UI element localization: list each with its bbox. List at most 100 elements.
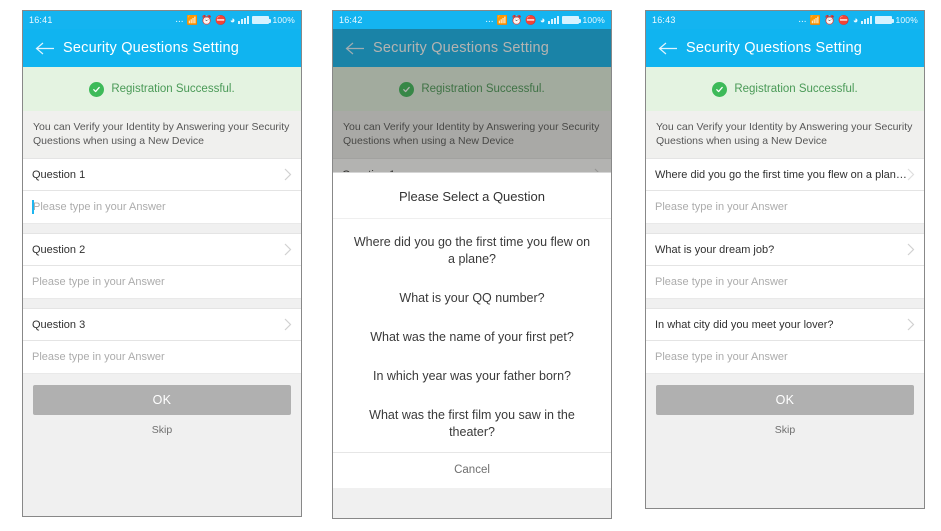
question-row-1[interactable]: Where did you go the first time you flew…	[646, 158, 924, 191]
back-button[interactable]	[646, 29, 690, 67]
do-not-disturb-icon: ⛔	[525, 14, 537, 25]
dialog-option[interactable]: Where did you go the first time you flew…	[333, 223, 611, 279]
app-header: Security Questions Setting	[23, 29, 301, 67]
wifi-icon: ◕	[229, 14, 236, 25]
do-not-disturb-icon: ⛔	[215, 14, 227, 25]
phone-screen-2: 16:42 ... 📶 ⏰ ⛔ ◕ 100% Security Question	[332, 10, 612, 519]
success-banner: Registration Successful.	[333, 67, 611, 111]
answer-input-3[interactable]: Please type in your Answer	[646, 341, 924, 374]
wifi-icon: ◕	[539, 14, 546, 25]
skip-button[interactable]: Skip	[33, 424, 291, 436]
back-arrow-icon	[35, 42, 54, 54]
hint-text: You can Verify your Identity by Answerin…	[646, 111, 924, 158]
back-arrow-icon	[345, 42, 364, 54]
answer-placeholder: Please type in your Answer	[32, 351, 165, 363]
wifi-icon: ◕	[852, 14, 859, 25]
chevron-right-icon	[284, 318, 292, 331]
app-header: Security Questions Setting	[333, 29, 611, 67]
dialog-options: Where did you go the first time you flew…	[333, 219, 611, 452]
signal-bars-icon	[861, 16, 873, 24]
question-label: In what city did you meet your lover?	[655, 318, 834, 331]
question-label: Where did you go the first time you flew…	[655, 168, 907, 181]
more-dots-icon: ...	[175, 14, 184, 25]
answer-input-1[interactable]: Please type in your Answer	[23, 191, 301, 224]
phone-screen-1: 16:41 ... 📶 ⏰ ⛔ ◕ 100% Security Question…	[22, 10, 302, 517]
ok-button[interactable]: OK	[656, 385, 914, 415]
battery-level: 100%	[582, 15, 605, 25]
answer-placeholder: Please type in your Answer	[32, 276, 165, 288]
hint-text: You can Verify your Identity by Answerin…	[333, 111, 611, 158]
screenshot-stage: 16:41 ... 📶 ⏰ ⛔ ◕ 100% Security Question…	[0, 0, 941, 531]
success-text: Registration Successful.	[734, 83, 858, 95]
dialog-option[interactable]: In which year was your father born?	[333, 357, 611, 396]
alarm-icon: ⏰	[201, 14, 213, 25]
screen-body: Security Questions Setting Registration …	[333, 29, 611, 488]
question-row-3[interactable]: Question 3	[23, 308, 301, 341]
alarm-icon: ⏰	[824, 14, 836, 25]
status-bar: 16:41 ... 📶 ⏰ ⛔ ◕ 100%	[23, 11, 301, 29]
answer-input-3[interactable]: Please type in your Answer	[23, 341, 301, 374]
bluetooth-icon: 📶	[809, 14, 821, 25]
status-time: 16:43	[652, 15, 676, 25]
question-label: Question 1	[32, 168, 86, 181]
answer-placeholder: Please type in your Answer	[33, 201, 166, 213]
do-not-disturb-icon: ⛔	[838, 14, 850, 25]
question-label: Question 3	[32, 318, 86, 331]
answer-input-2[interactable]: Please type in your Answer	[646, 266, 924, 299]
alarm-icon: ⏰	[511, 14, 523, 25]
chevron-right-icon	[284, 168, 292, 181]
answer-input-1[interactable]: Please type in your Answer	[646, 191, 924, 224]
section-gap	[23, 299, 301, 308]
signal-bars-icon	[238, 16, 250, 24]
phone-screen-3: 16:43 ... 📶 ⏰ ⛔ ◕ 100% Security Question…	[645, 10, 925, 509]
battery-level: 100%	[272, 15, 295, 25]
page-title: Security Questions Setting	[63, 40, 240, 56]
page-title: Security Questions Setting	[686, 40, 863, 56]
bluetooth-icon: 📶	[186, 14, 198, 25]
question-label: Question 2	[32, 243, 86, 256]
check-circle-icon	[399, 81, 415, 97]
success-text: Registration Successful.	[421, 83, 545, 95]
section-gap	[646, 299, 924, 308]
answer-placeholder: Please type in your Answer	[655, 276, 788, 288]
chevron-right-icon	[907, 318, 915, 331]
more-dots-icon: ...	[798, 14, 807, 25]
question-label: What is your dream job?	[655, 243, 775, 256]
section-gap	[646, 224, 924, 233]
app-header: Security Questions Setting	[646, 29, 924, 67]
text-caret	[32, 200, 34, 214]
footer-actions: OK Skip	[646, 374, 924, 436]
back-arrow-icon	[658, 42, 677, 54]
back-button[interactable]	[333, 29, 377, 67]
question-row-1[interactable]: Question 1	[23, 158, 301, 191]
question-row-2[interactable]: Question 2	[23, 233, 301, 266]
dialog-option[interactable]: What was the first film you saw in the t…	[333, 396, 611, 452]
cancel-button[interactable]: Cancel	[333, 452, 611, 488]
skip-button[interactable]: Skip	[656, 424, 914, 436]
ok-button[interactable]: OK	[33, 385, 291, 415]
back-button[interactable]	[23, 29, 67, 67]
signal-bars-icon	[548, 16, 560, 24]
page-title: Security Questions Setting	[373, 40, 550, 56]
hint-text: You can Verify your Identity by Answerin…	[23, 111, 301, 158]
more-dots-icon: ...	[485, 14, 494, 25]
check-circle-icon	[712, 81, 728, 97]
answer-placeholder: Please type in your Answer	[655, 351, 788, 363]
chevron-right-icon	[284, 243, 292, 256]
success-text: Registration Successful.	[111, 83, 235, 95]
status-bar: 16:42 ... 📶 ⏰ ⛔ ◕ 100%	[333, 11, 611, 29]
status-time: 16:42	[339, 15, 363, 25]
answer-input-2[interactable]: Please type in your Answer	[23, 266, 301, 299]
answer-placeholder: Please type in your Answer	[655, 201, 788, 213]
check-circle-icon	[89, 81, 105, 97]
question-row-3[interactable]: In what city did you meet your lover?	[646, 308, 924, 341]
battery-icon	[252, 16, 272, 24]
success-banner: Registration Successful.	[23, 67, 301, 111]
dialog-option[interactable]: What was the name of your first pet?	[333, 318, 611, 357]
chevron-right-icon	[907, 168, 915, 181]
dialog-option[interactable]: What is your QQ number?	[333, 279, 611, 318]
question-row-2[interactable]: What is your dream job?	[646, 233, 924, 266]
question-picker-dialog: Please Select a Question Where did you g…	[333, 172, 611, 488]
section-gap	[23, 224, 301, 233]
success-banner: Registration Successful.	[646, 67, 924, 111]
